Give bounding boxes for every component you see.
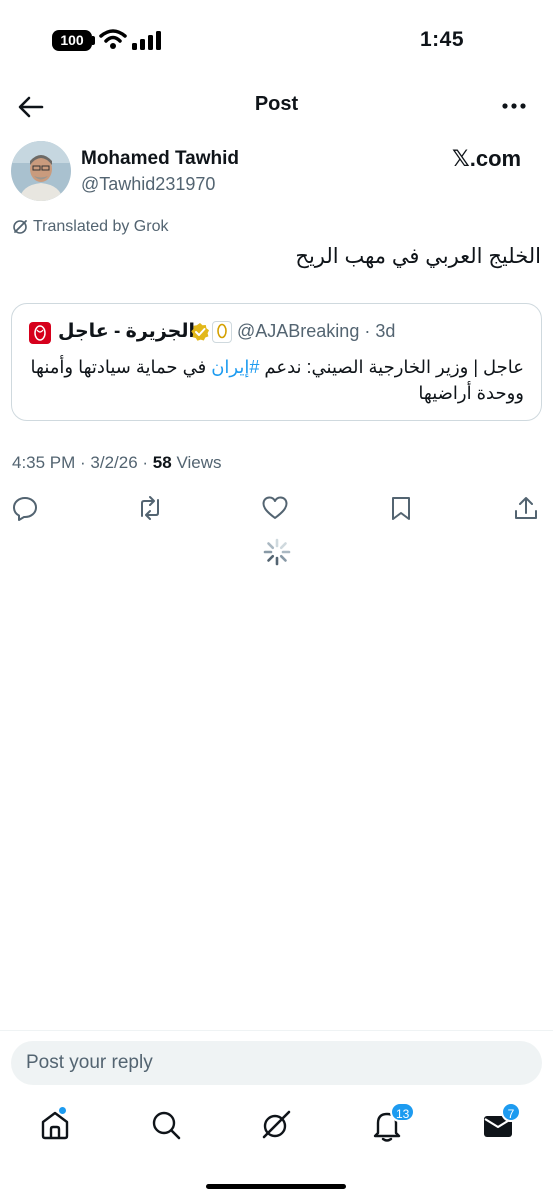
top-nav: Post <box>0 84 553 128</box>
post-timestamp: 4:35 PM · 3/2/26 · <box>12 453 153 472</box>
hashtag-link[interactable]: #إيران <box>211 357 259 377</box>
repost-icon[interactable] <box>136 494 164 522</box>
quote-text-before: عاجل | وزير الخارجية الصيني: ندعم <box>259 357 524 377</box>
tab-messages[interactable]: 7 <box>481 1102 521 1142</box>
views-label: Views <box>171 453 222 472</box>
quote-author-handle: @AJABreaking · 3d <box>237 321 395 342</box>
post-meta: 4:35 PM · 3/2/26 · 58 Views <box>12 453 221 473</box>
translated-label: Translated by Grok <box>33 218 169 235</box>
wifi-icon <box>99 29 127 49</box>
quote-handle: @AJABreaking <box>237 321 360 341</box>
post-actions <box>0 490 553 526</box>
signal-icon <box>132 31 161 50</box>
reply-divider <box>0 1030 553 1031</box>
reply-icon[interactable] <box>11 494 39 522</box>
notifications-badge: 13 <box>390 1102 416 1122</box>
grok-icon <box>13 220 27 234</box>
search-icon <box>152 1111 181 1140</box>
aljazeera-logo-icon <box>29 322 51 344</box>
home-unread-dot <box>58 1106 67 1115</box>
messages-badge: 7 <box>501 1102 521 1122</box>
translated-notice[interactable]: Translated by Grok <box>12 218 168 236</box>
bookmark-icon[interactable] <box>387 494 415 522</box>
tab-grok[interactable] <box>259 1108 293 1142</box>
home-indicator[interactable] <box>206 1184 346 1189</box>
verified-badge-icon <box>191 323 209 341</box>
quote-age: · 3d <box>359 321 396 341</box>
quote-text: عاجل | وزير الخارجية الصيني: ندعم #إيران… <box>24 354 524 406</box>
grok-icon <box>262 1110 291 1139</box>
page-title: Post <box>254 93 299 115</box>
author-name[interactable]: Mohamed Tawhid <box>81 148 239 170</box>
more-icon[interactable] <box>501 96 527 116</box>
quote-author-name[interactable]: الجزيرة - عاجل <box>58 320 195 343</box>
like-icon[interactable] <box>261 494 289 522</box>
status-time: 1:45 <box>420 28 465 51</box>
reply-input[interactable] <box>11 1041 542 1085</box>
battery-tip <box>92 36 95 45</box>
bottom-tab-bar: 13 7 <box>0 1100 553 1160</box>
status-bar: 100 1:45 <box>0 0 553 84</box>
avatar[interactable] <box>11 141 71 201</box>
tab-home[interactable] <box>38 1106 72 1142</box>
battery-indicator: 100 <box>52 30 92 51</box>
views-count[interactable]: 58 <box>153 453 172 472</box>
post-text: الخليج العربي في مهب الريح <box>295 245 541 268</box>
home-icon <box>41 1111 69 1140</box>
tab-notifications[interactable]: 13 <box>370 1102 416 1142</box>
affiliate-logo-icon <box>212 321 232 343</box>
share-icon[interactable] <box>512 494 540 522</box>
author-handle[interactable]: @Tawhid231970 <box>81 174 215 195</box>
loading-spinner-icon <box>263 538 291 566</box>
tab-search[interactable] <box>149 1108 183 1142</box>
source-label: 𝕏.com <box>452 146 522 171</box>
quoted-post[interactable]: الجزيرة - عاجل @AJABreaking · 3d عاجل | … <box>11 303 542 421</box>
